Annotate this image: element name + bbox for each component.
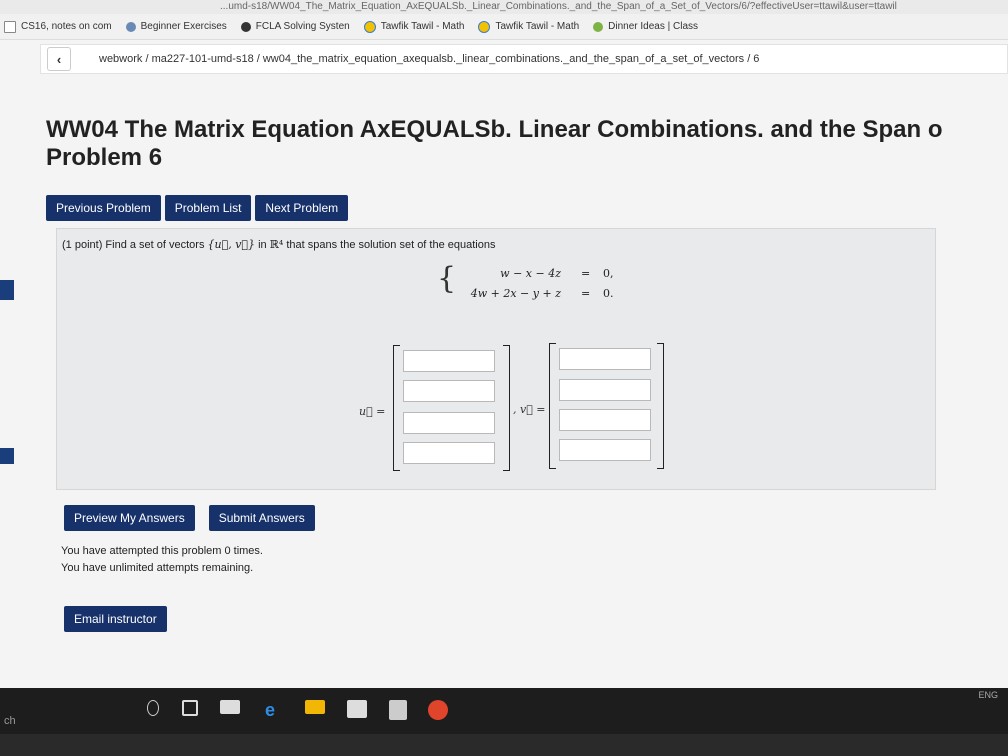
page-title-line2: Problem 6 bbox=[46, 144, 163, 171]
v-component-4-input[interactable] bbox=[559, 439, 651, 461]
equation-rel: = bbox=[581, 267, 591, 280]
equation-rhs: 0. bbox=[603, 287, 614, 300]
mail-icon[interactable] bbox=[220, 700, 240, 714]
u-left-bracket bbox=[393, 345, 400, 471]
page-icon bbox=[4, 20, 16, 33]
equation-rel: = bbox=[581, 287, 591, 300]
circle-icon bbox=[363, 20, 376, 33]
problem-rest: that spans the solution set of the equat… bbox=[286, 239, 496, 251]
equation-rhs: 0, bbox=[603, 267, 614, 280]
brace-icon: { bbox=[437, 261, 457, 296]
bookmark-icon bbox=[125, 21, 136, 32]
bookmark-cs16[interactable]: CS16, notes on com bbox=[4, 20, 112, 33]
bookmark-dinner-ideas[interactable]: Dinner Ideas | Class bbox=[593, 21, 698, 32]
chrome-icon[interactable] bbox=[428, 700, 448, 720]
taskbar: e ENG bbox=[0, 688, 1008, 734]
bookmark-label: Beginner Exercises bbox=[140, 21, 227, 32]
preview-answers-button[interactable]: Preview My Answers bbox=[64, 505, 195, 531]
next-problem-button[interactable]: Next Problem bbox=[255, 195, 349, 221]
system-tray[interactable]: ENG bbox=[978, 690, 998, 700]
edge-text: ch bbox=[4, 715, 16, 727]
problem-points: (1 point) Find a set of vectors bbox=[62, 239, 205, 251]
vector-set: {u⃗, v⃗} bbox=[207, 238, 256, 251]
bookmark-label: Tawfik Tawil - Math bbox=[380, 21, 465, 32]
v-left-bracket bbox=[549, 343, 556, 469]
u-component-3-input[interactable] bbox=[403, 412, 495, 434]
bookmark-beginner-exercises[interactable]: Beginner Exercises bbox=[125, 21, 227, 32]
calculator-icon[interactable] bbox=[389, 700, 407, 720]
back-button[interactable]: ‹ bbox=[47, 47, 71, 71]
problem-nav: Previous Problem Problem List Next Probl… bbox=[46, 195, 349, 221]
bookmark-tawfik-math-2[interactable]: Tawfik Tawil - Math bbox=[478, 20, 580, 33]
u-right-bracket bbox=[503, 345, 510, 471]
email-wrap: Email instructor bbox=[64, 606, 167, 632]
file-explorer-icon[interactable] bbox=[305, 700, 325, 714]
equation-lhs: 4w + 2x − y + z bbox=[470, 287, 561, 300]
u-component-1-input[interactable] bbox=[403, 350, 495, 372]
problem-in: in bbox=[258, 239, 267, 251]
answer-actions: Preview My Answers Submit Answers bbox=[64, 505, 315, 531]
bookmark-label: Dinner Ideas | Class bbox=[608, 21, 699, 32]
v-component-1-input[interactable] bbox=[559, 348, 651, 370]
attempts-line-1: You have attempted this problem 0 times. bbox=[61, 545, 263, 557]
bookmark-label: CS16, notes on com bbox=[21, 21, 112, 32]
u-component-2-input[interactable] bbox=[403, 380, 495, 402]
v-component-3-input[interactable] bbox=[559, 409, 651, 431]
submit-answers-button[interactable]: Submit Answers bbox=[208, 505, 315, 531]
bookmark-tawfik-math-1[interactable]: Tawfik Tawil - Math bbox=[363, 20, 465, 33]
bookmarks-bar: CS16, notes on com Beginner Exercises FC… bbox=[0, 14, 1008, 40]
previous-problem-button[interactable]: Previous Problem bbox=[46, 195, 161, 221]
left-edge-marker bbox=[0, 448, 14, 464]
microphone-icon[interactable] bbox=[147, 700, 159, 716]
circle-icon bbox=[478, 20, 491, 33]
problem-list-button[interactable]: Problem List bbox=[164, 195, 252, 221]
v-vector-label: , v⃗ = bbox=[513, 403, 546, 416]
equation-lhs: w − x − 4z bbox=[500, 267, 561, 280]
breadcrumb: ‹ webwork / ma227-101-umd-s18 / ww04_the… bbox=[40, 44, 1008, 74]
bookmark-icon bbox=[240, 21, 251, 32]
address-url: ...umd-s18/WW04_The_Matrix_Equation_AxEQ… bbox=[220, 1, 897, 12]
task-view-icon[interactable] bbox=[182, 700, 198, 716]
page-title-line1: WW04 The Matrix Equation AxEQUALSb. Line… bbox=[46, 116, 943, 143]
page-title: WW04 The Matrix Equation AxEQUALSb. Line… bbox=[46, 116, 943, 172]
u-vector-label: u⃗ = bbox=[359, 405, 386, 418]
edge-icon[interactable]: e bbox=[265, 700, 283, 720]
v-component-2-input[interactable] bbox=[559, 379, 651, 401]
problem-body: (1 point) Find a set of vectors {u⃗, v⃗}… bbox=[56, 228, 936, 490]
problem-statement: (1 point) Find a set of vectors {u⃗, v⃗}… bbox=[62, 238, 495, 251]
chevron-left-icon: ‹ bbox=[56, 51, 62, 67]
u-component-4-input[interactable] bbox=[403, 442, 495, 464]
attempts-info: You have attempted this problem 0 times.… bbox=[61, 543, 263, 577]
email-instructor-button[interactable]: Email instructor bbox=[64, 606, 167, 632]
space-r4: ℝ⁴ bbox=[269, 238, 284, 251]
attempts-line-2: You have unlimited attempts remaining. bbox=[61, 562, 254, 574]
bookmark-label: Tawfik Tawil - Math bbox=[495, 21, 580, 32]
v-right-bracket bbox=[657, 343, 664, 469]
store-icon[interactable] bbox=[347, 700, 367, 718]
address-bar[interactable]: ...umd-s18/WW04_The_Matrix_Equation_AxEQ… bbox=[0, 0, 1008, 14]
bookmark-label: FCLA Solving Systen bbox=[255, 21, 350, 32]
left-edge-marker bbox=[0, 280, 14, 300]
bookmark-fcla[interactable]: FCLA Solving Systen bbox=[240, 21, 350, 32]
breadcrumb-path[interactable]: webwork / ma227-101-umd-s18 / ww04_the_m… bbox=[99, 53, 759, 65]
browser-window: ...umd-s18/WW04_The_Matrix_Equation_AxEQ… bbox=[0, 0, 1008, 700]
leaf-icon bbox=[593, 21, 604, 32]
